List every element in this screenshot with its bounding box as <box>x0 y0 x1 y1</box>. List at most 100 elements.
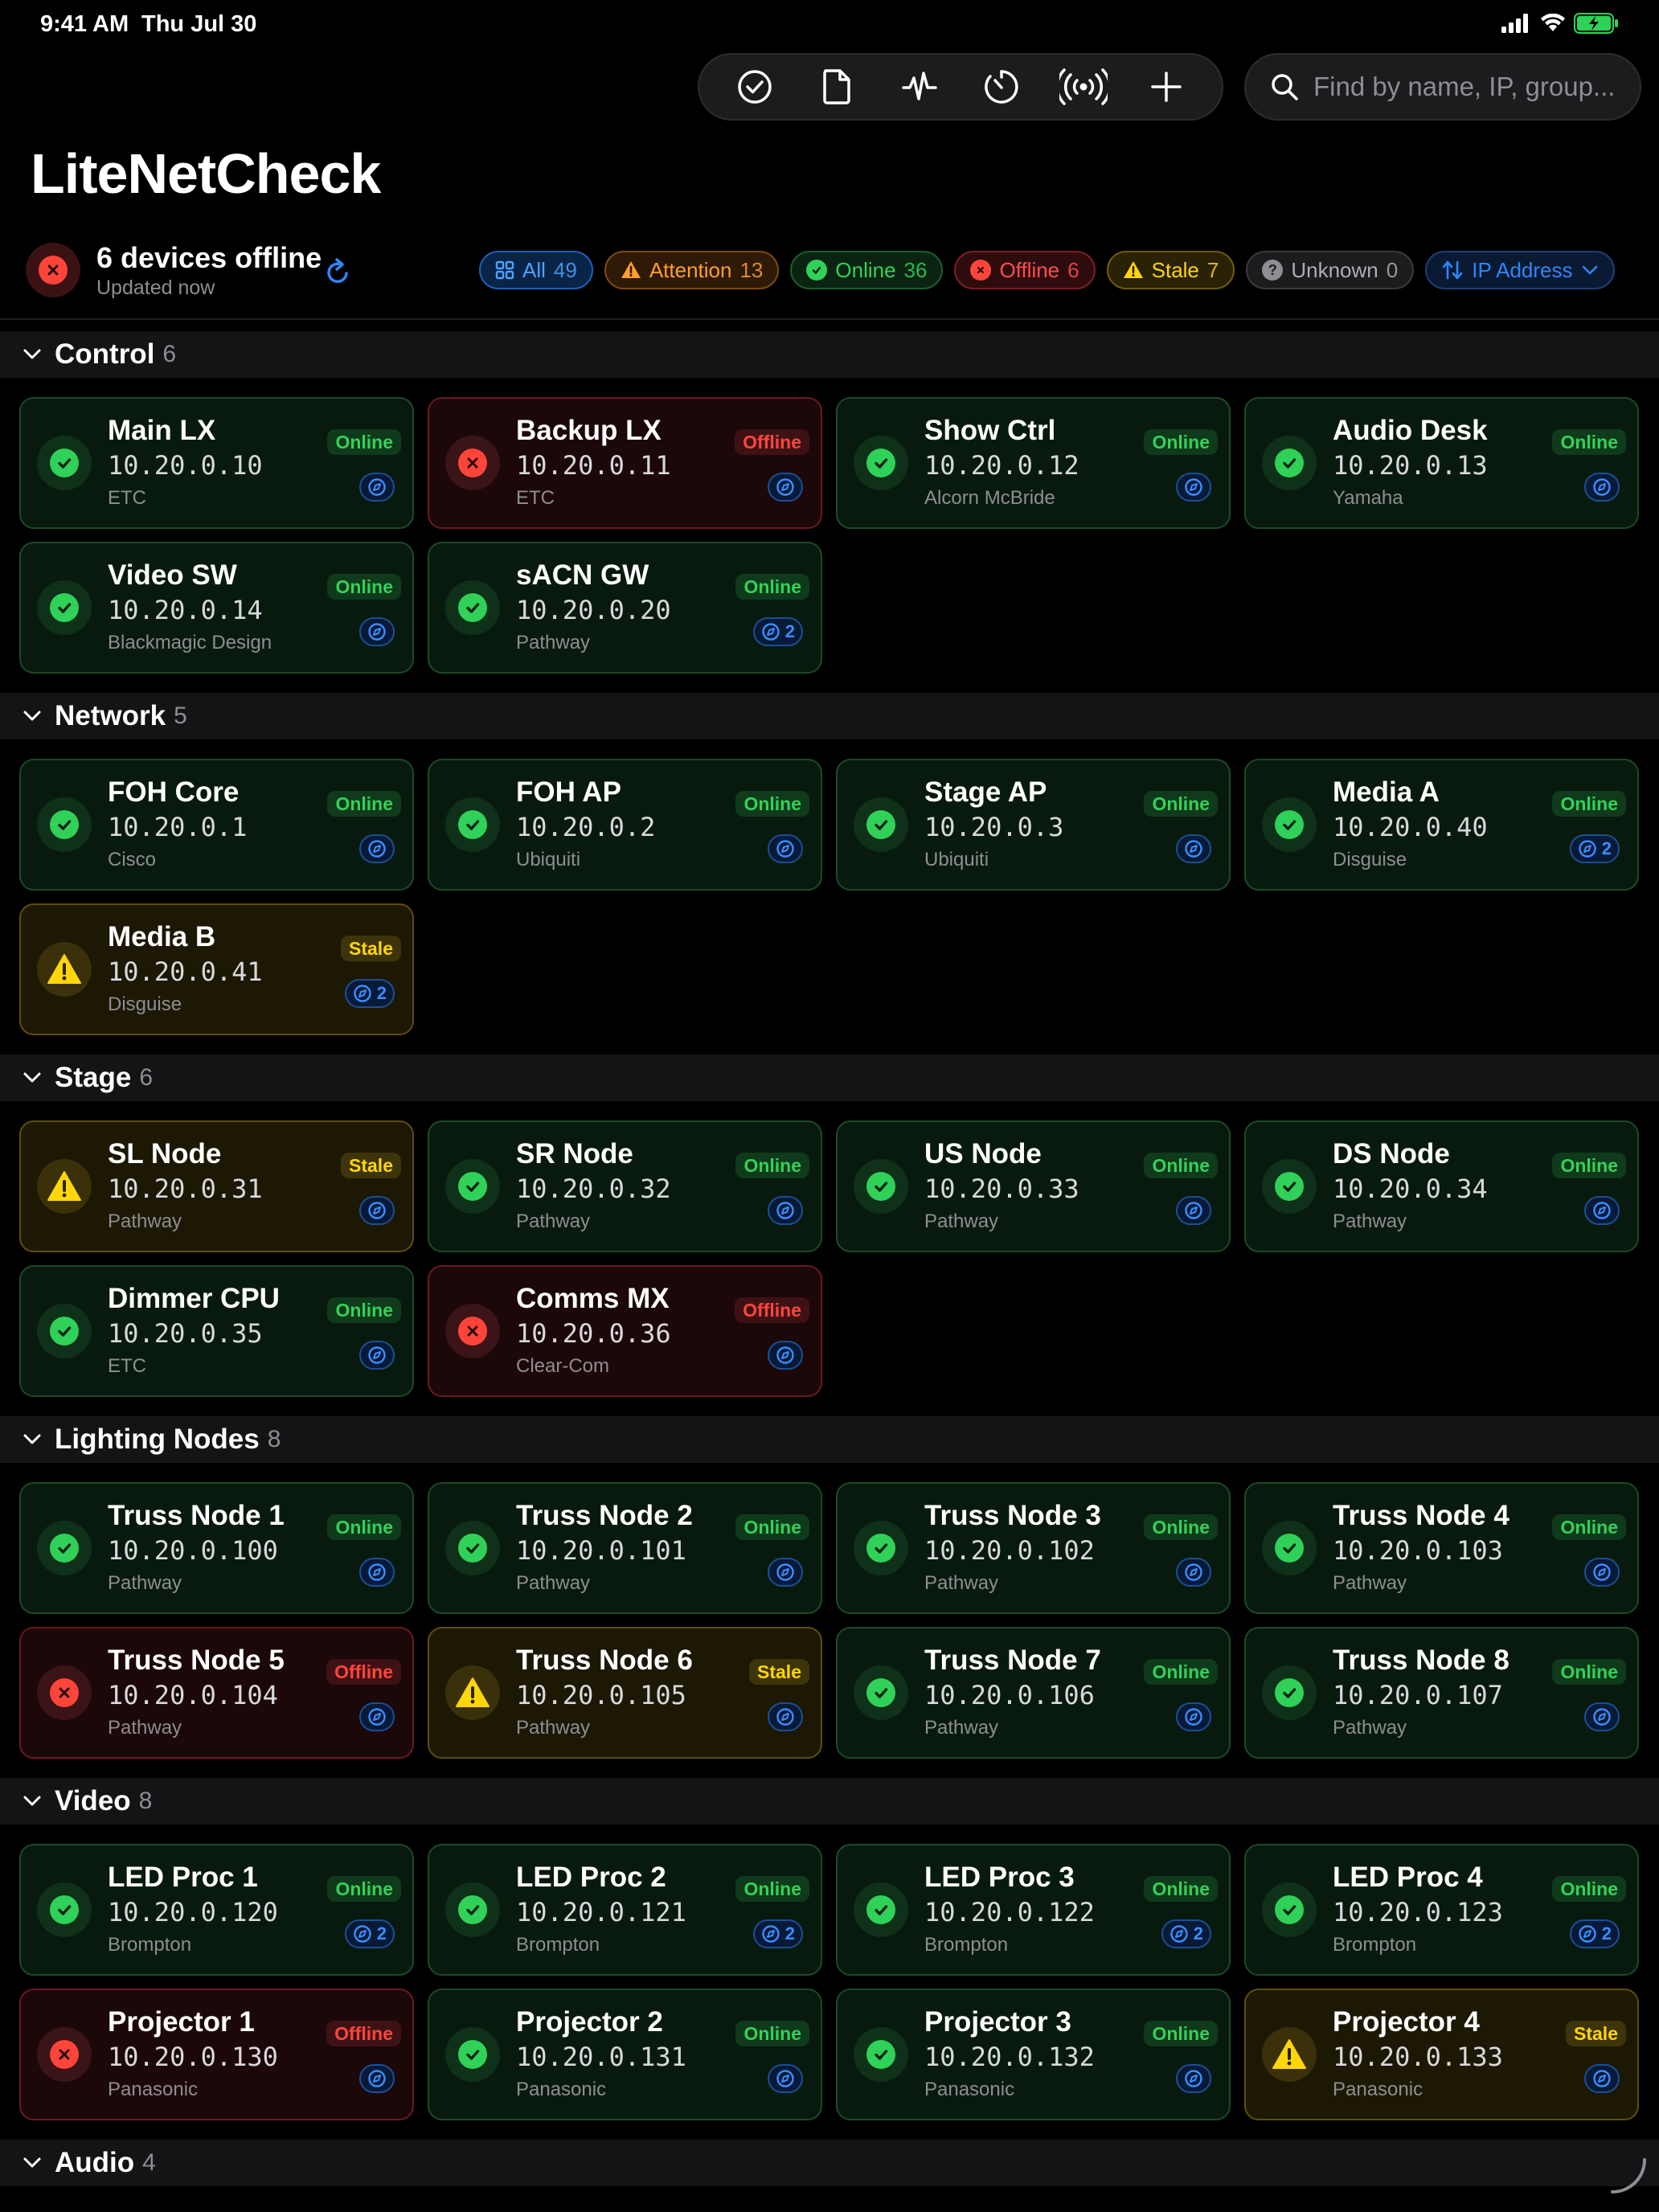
web-link-button[interactable] <box>359 473 395 502</box>
web-link-button[interactable] <box>1584 1702 1620 1731</box>
check-all-button[interactable] <box>729 61 780 113</box>
web-link-button[interactable] <box>768 1558 803 1587</box>
web-link-button[interactable] <box>1584 473 1620 502</box>
web-link-button[interactable] <box>359 617 395 646</box>
web-link-button[interactable] <box>1176 834 1211 863</box>
web-link-button[interactable]: 2 <box>752 617 803 646</box>
section-name: Lighting Nodes <box>55 1423 260 1455</box>
activity-button[interactable] <box>894 61 945 113</box>
device-card[interactable]: SL Node 10.20.0.31 Pathway Stale <box>19 1120 414 1252</box>
device-card[interactable]: Truss Node 2 10.20.0.101 Pathway Online <box>428 1482 822 1614</box>
status-badge: Online <box>1552 429 1626 455</box>
web-link-button[interactable] <box>768 1196 803 1225</box>
web-link-button[interactable] <box>768 473 803 502</box>
device-card[interactable]: Show Ctrl 10.20.0.12 Alcorn McBride Online <box>836 397 1231 529</box>
resize-handle-icon <box>1608 2155 1648 2199</box>
search-bar[interactable] <box>1244 53 1641 121</box>
device-card[interactable]: Truss Node 6 10.20.0.105 Pathway Stale <box>428 1627 822 1759</box>
web-link-button[interactable] <box>768 1341 803 1370</box>
device-card[interactable]: Audio Desk 10.20.0.13 Yamaha Online <box>1244 397 1639 529</box>
section-header-control[interactable]: Control 6 <box>0 331 1659 378</box>
device-card[interactable]: FOH AP 10.20.0.2 Ubiquiti Online <box>428 759 822 891</box>
device-card[interactable]: Truss Node 4 10.20.0.103 Pathway Online <box>1244 1482 1639 1614</box>
device-card[interactable]: Truss Node 8 10.20.0.107 Pathway Online <box>1244 1627 1639 1759</box>
device-card[interactable]: Projector 2 10.20.0.131 Panasonic Online <box>428 1989 822 2120</box>
web-link-button[interactable] <box>768 1702 803 1731</box>
web-link-button[interactable] <box>359 2064 395 2093</box>
device-card[interactable]: Dimmer CPU 10.20.0.35 ETC Online <box>19 1265 414 1397</box>
web-link-button[interactable] <box>359 1341 395 1370</box>
filter-offline-chip[interactable]: Offline 6 <box>954 251 1096 289</box>
device-card[interactable]: Video SW 10.20.0.14 Blackmagic Design Onlin… <box>19 542 414 674</box>
search-input[interactable] <box>1313 72 1635 102</box>
web-link-button[interactable] <box>1176 1702 1211 1731</box>
device-card[interactable]: US Node 10.20.0.33 Pathway Online <box>836 1120 1231 1252</box>
web-link-button[interactable]: 2 <box>1161 1919 1211 1948</box>
device-card[interactable]: Truss Node 3 10.20.0.102 Pathway Online <box>836 1482 1231 1614</box>
web-link-button[interactable] <box>1176 2064 1211 2093</box>
section-header-lighting-nodes[interactable]: Lighting Nodes 8 <box>0 1416 1659 1463</box>
device-card[interactable]: LED Proc 3 10.20.0.122 Brompton Online 2 <box>836 1844 1231 1976</box>
compass-icon <box>776 1563 795 1582</box>
section-header-video[interactable]: Video 8 <box>0 1778 1659 1825</box>
device-card[interactable]: DS Node 10.20.0.34 Pathway Online <box>1244 1120 1639 1252</box>
web-link-button[interactable] <box>359 834 395 863</box>
web-link-button[interactable] <box>1584 1558 1620 1587</box>
web-link-button[interactable]: 2 <box>1569 834 1620 863</box>
add-device-button[interactable] <box>1141 61 1192 113</box>
device-card[interactable]: LED Proc 4 10.20.0.123 Brompton Online 2 <box>1244 1844 1639 1976</box>
section-header-network[interactable]: Network 5 <box>0 693 1659 739</box>
device-card[interactable]: FOH Core 10.20.0.1 Cisco Online <box>19 759 414 891</box>
device-card[interactable]: Truss Node 5 10.20.0.104 Pathway Offline <box>19 1627 414 1759</box>
filter-all-chip[interactable]: All 49 <box>479 251 593 289</box>
filter-unknown-chip[interactable]: ? Unknown 0 <box>1246 251 1415 289</box>
web-link-button[interactable] <box>359 1558 395 1587</box>
filter-attention-chip[interactable]: Attention 13 <box>604 251 780 289</box>
web-link-button[interactable]: 2 <box>752 1919 803 1948</box>
filter-stale-chip[interactable]: Stale 7 <box>1106 251 1235 289</box>
web-link-button[interactable] <box>359 1196 395 1225</box>
filter-offline-count: 6 <box>1067 257 1079 282</box>
device-card[interactable]: Projector 1 10.20.0.130 Panasonic Offline <box>19 1989 414 2120</box>
filter-online-chip[interactable]: Online 36 <box>790 251 944 289</box>
web-link-button[interactable] <box>1176 1196 1211 1225</box>
web-link-button[interactable] <box>768 834 803 863</box>
web-link-button[interactable] <box>1584 1196 1620 1225</box>
timer-button[interactable] <box>976 61 1027 113</box>
status-badge: Online <box>327 1876 401 1902</box>
device-card[interactable]: Truss Node 7 10.20.0.106 Pathway Online <box>836 1627 1231 1759</box>
section-header-audio[interactable]: Audio 4 <box>0 2140 1659 2186</box>
device-card[interactable]: sACN GW 10.20.0.20 Pathway Online 2 <box>428 542 822 674</box>
device-ip: 10.20.0.10 <box>108 450 263 481</box>
web-link-button[interactable]: 2 <box>344 1919 395 1948</box>
web-link-button[interactable] <box>1176 1558 1211 1587</box>
device-vendor: ETC <box>516 487 555 509</box>
web-link-button[interactable] <box>768 2064 803 2093</box>
web-link-button[interactable]: 2 <box>344 979 395 1008</box>
device-card[interactable]: SR Node 10.20.0.32 Pathway Online <box>428 1120 822 1252</box>
device-card[interactable]: LED Proc 1 10.20.0.120 Brompton Online 2 <box>19 1844 414 1976</box>
web-link-button[interactable]: 2 <box>1569 1919 1620 1948</box>
web-link-button[interactable] <box>1176 473 1211 502</box>
section-count: 4 <box>142 2149 156 2176</box>
device-name: SR Node <box>516 1138 633 1169</box>
report-button[interactable] <box>811 61 862 113</box>
device-card[interactable]: Main LX 10.20.0.10 ETC Online <box>19 397 414 529</box>
web-link-button[interactable] <box>359 1702 395 1731</box>
online-check-icon <box>445 1159 500 1214</box>
device-card[interactable]: Projector 3 10.20.0.132 Panasonic Online <box>836 1989 1231 2120</box>
web-link-button[interactable] <box>1584 2064 1620 2093</box>
section-header-stage[interactable]: Stage 6 <box>0 1055 1659 1101</box>
sort-dropdown[interactable]: IP Address <box>1425 251 1615 289</box>
device-card[interactable]: Media A 10.20.0.40 Disguise Online 2 <box>1244 759 1639 891</box>
device-name: Audio Desk <box>1333 415 1488 446</box>
device-card[interactable]: Media B 10.20.0.41 Disguise Stale 2 <box>19 903 414 1035</box>
refresh-button[interactable] <box>320 254 355 289</box>
device-card[interactable]: Backup LX 10.20.0.11 ETC Offline <box>428 397 822 529</box>
device-card[interactable]: Truss Node 1 10.20.0.100 Pathway Online <box>19 1482 414 1614</box>
device-card[interactable]: Stage AP 10.20.0.3 Ubiquiti Online <box>836 759 1231 891</box>
broadcast-button[interactable] <box>1058 61 1109 113</box>
device-card[interactable]: LED Proc 2 10.20.0.121 Brompton Online 2 <box>428 1844 822 1976</box>
device-card[interactable]: Projector 4 10.20.0.133 Panasonic Stale <box>1244 1989 1639 2120</box>
device-card[interactable]: Comms MX 10.20.0.36 Clear-Com Offline <box>428 1265 822 1397</box>
